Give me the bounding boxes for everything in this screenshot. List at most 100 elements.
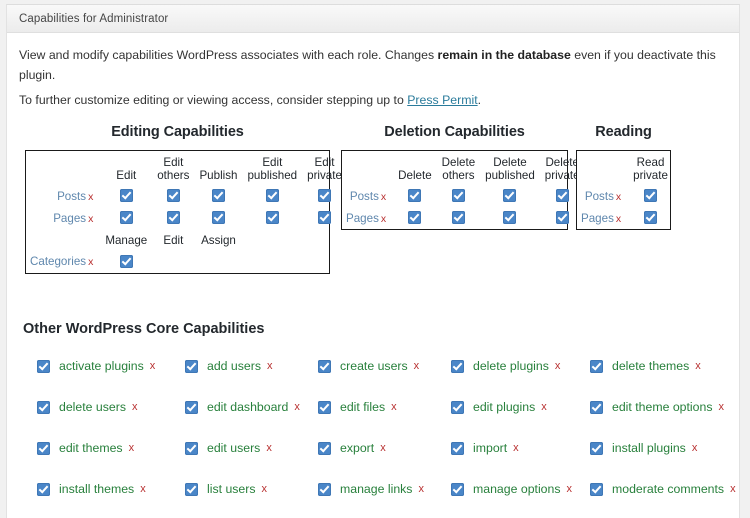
- capability-checkbox[interactable]: [265, 189, 279, 203]
- checkbox-cell[interactable]: [480, 185, 540, 207]
- capability-checkbox[interactable]: [318, 211, 332, 225]
- remove-icon[interactable]: x: [262, 483, 268, 495]
- remove-icon[interactable]: x: [381, 213, 386, 225]
- capability-item[interactable]: delete plugins x: [451, 359, 560, 373]
- capability-checkbox[interactable]: [318, 400, 331, 414]
- capability-checkbox[interactable]: [211, 189, 225, 203]
- capability-item[interactable]: import x: [451, 441, 519, 455]
- row-label-posts[interactable]: Posts x: [577, 185, 628, 207]
- capability-checkbox[interactable]: [37, 359, 50, 373]
- capability-checkbox[interactable]: [318, 359, 331, 373]
- capability-checkbox[interactable]: [166, 211, 180, 225]
- capability-checkbox[interactable]: [37, 482, 50, 496]
- capability-item[interactable]: edit themes x: [37, 441, 134, 455]
- capability-checkbox[interactable]: [166, 189, 180, 203]
- remove-icon[interactable]: x: [381, 191, 386, 203]
- capability-checkbox[interactable]: [555, 211, 569, 225]
- remove-icon[interactable]: x: [150, 360, 156, 372]
- capability-item[interactable]: edit dashboard x: [185, 400, 300, 414]
- remove-icon[interactable]: x: [567, 483, 573, 495]
- capability-checkbox[interactable]: [185, 400, 198, 414]
- checkbox-cell[interactable]: [152, 185, 194, 207]
- row-label-pages[interactable]: Pages x: [577, 207, 628, 229]
- capability-item[interactable]: edit users x: [185, 441, 272, 455]
- capability-item[interactable]: create users x: [318, 359, 419, 373]
- capability-item[interactable]: export x: [318, 441, 386, 455]
- capability-checkbox[interactable]: [451, 211, 465, 225]
- remove-icon[interactable]: x: [88, 213, 93, 225]
- capability-checkbox[interactable]: [119, 254, 133, 268]
- checkbox-cell[interactable]: [393, 207, 437, 229]
- row-label-pages[interactable]: Pages x: [26, 207, 100, 229]
- capability-checkbox[interactable]: [451, 441, 464, 455]
- remove-icon[interactable]: x: [380, 442, 386, 454]
- capability-checkbox[interactable]: [590, 482, 603, 496]
- checkbox-cell[interactable]: [100, 251, 152, 273]
- remove-icon[interactable]: x: [88, 256, 93, 268]
- capability-item[interactable]: install plugins x: [590, 441, 697, 455]
- capability-item[interactable]: edit theme options x: [590, 400, 724, 414]
- checkbox-cell[interactable]: [100, 185, 152, 207]
- checkbox-cell[interactable]: [480, 207, 540, 229]
- checkbox-cell[interactable]: [242, 207, 302, 229]
- checkbox-cell[interactable]: [437, 185, 481, 207]
- capability-checkbox[interactable]: [451, 482, 464, 496]
- capability-checkbox[interactable]: [408, 211, 422, 225]
- remove-icon[interactable]: x: [719, 401, 725, 413]
- capability-item[interactable]: install themes x: [37, 482, 146, 496]
- remove-icon[interactable]: x: [692, 442, 698, 454]
- capability-checkbox[interactable]: [503, 189, 517, 203]
- capability-checkbox[interactable]: [503, 211, 517, 225]
- remove-icon[interactable]: x: [695, 360, 701, 372]
- checkbox-cell[interactable]: [628, 185, 673, 207]
- capability-item[interactable]: edit files x: [318, 400, 397, 414]
- capability-checkbox[interactable]: [590, 359, 603, 373]
- capability-checkbox[interactable]: [37, 441, 50, 455]
- remove-icon[interactable]: x: [418, 483, 424, 495]
- checkbox-cell[interactable]: [242, 185, 302, 207]
- row-label-posts[interactable]: Posts x: [26, 185, 100, 207]
- remove-icon[interactable]: x: [88, 191, 93, 203]
- remove-icon[interactable]: x: [129, 442, 135, 454]
- capability-item[interactable]: list users x: [185, 482, 267, 496]
- row-label-categories[interactable]: Categories x: [26, 251, 100, 273]
- capability-checkbox[interactable]: [590, 441, 603, 455]
- row-label-pages[interactable]: Pages x: [342, 207, 393, 229]
- remove-icon[interactable]: x: [132, 401, 138, 413]
- capability-checkbox[interactable]: [119, 189, 133, 203]
- capability-item[interactable]: edit plugins x: [451, 400, 547, 414]
- remove-icon[interactable]: x: [391, 401, 397, 413]
- capability-item[interactable]: delete users x: [37, 400, 138, 414]
- checkbox-cell[interactable]: [194, 207, 242, 229]
- capability-checkbox[interactable]: [451, 400, 464, 414]
- capability-checkbox[interactable]: [37, 400, 50, 414]
- capability-item[interactable]: add users x: [185, 359, 273, 373]
- capability-item[interactable]: moderate comments x: [590, 482, 736, 496]
- press-permit-link[interactable]: Press Permit: [407, 93, 477, 107]
- remove-icon[interactable]: x: [267, 360, 273, 372]
- row-label-posts[interactable]: Posts x: [342, 185, 393, 207]
- capability-checkbox[interactable]: [265, 211, 279, 225]
- remove-icon[interactable]: x: [140, 483, 146, 495]
- remove-icon[interactable]: x: [266, 442, 272, 454]
- capability-checkbox[interactable]: [644, 189, 658, 203]
- checkbox-cell[interactable]: [194, 185, 242, 207]
- capability-item[interactable]: manage options x: [451, 482, 572, 496]
- capability-checkbox[interactable]: [451, 359, 464, 373]
- capability-checkbox[interactable]: [119, 211, 133, 225]
- capability-checkbox[interactable]: [318, 482, 331, 496]
- capability-checkbox[interactable]: [318, 441, 331, 455]
- remove-icon[interactable]: x: [294, 401, 300, 413]
- capability-item[interactable]: manage links x: [318, 482, 424, 496]
- remove-icon[interactable]: x: [414, 360, 420, 372]
- capability-checkbox[interactable]: [318, 189, 332, 203]
- remove-icon[interactable]: x: [616, 213, 621, 225]
- checkbox-cell[interactable]: [393, 185, 437, 207]
- remove-icon[interactable]: x: [513, 442, 519, 454]
- capability-item[interactable]: activate plugins x: [37, 359, 155, 373]
- checkbox-cell[interactable]: [100, 207, 152, 229]
- capability-checkbox[interactable]: [185, 441, 198, 455]
- capability-item[interactable]: delete themes x: [590, 359, 701, 373]
- capability-checkbox[interactable]: [555, 189, 569, 203]
- checkbox-cell[interactable]: [628, 207, 673, 229]
